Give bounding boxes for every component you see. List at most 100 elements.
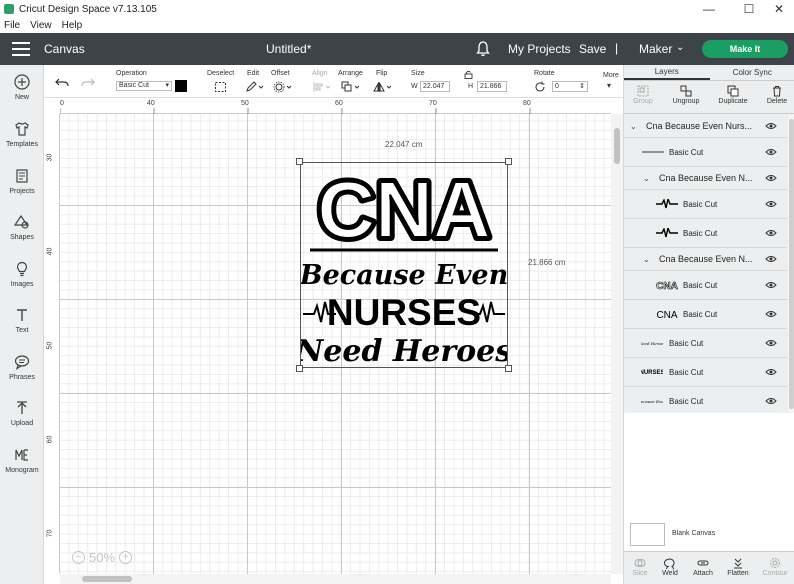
eye-icon[interactable] xyxy=(765,255,777,263)
eye-icon[interactable] xyxy=(765,310,777,318)
menu-help[interactable]: Help xyxy=(62,18,83,33)
layer-row[interactable]: Need Heroes Basic Cut xyxy=(624,329,787,358)
scroll-thumb[interactable] xyxy=(789,119,794,409)
blank-canvas-swatch[interactable] xyxy=(630,523,665,546)
ungroup-button[interactable]: Ungroup xyxy=(666,84,706,105)
color-swatch[interactable] xyxy=(175,80,187,92)
my-projects-button[interactable]: My Projects xyxy=(508,42,571,56)
sidebar-item-phrases[interactable]: Phrases xyxy=(0,353,44,393)
scroll-thumb[interactable] xyxy=(82,576,132,582)
vertical-scrollbar[interactable] xyxy=(611,114,623,574)
eye-icon[interactable] xyxy=(765,339,777,347)
panel-footer: Slice Weld Attach Flatten Contour xyxy=(624,551,794,584)
sidebar-item-new[interactable]: New xyxy=(0,73,44,113)
app-logo-icon xyxy=(4,4,14,14)
tab-color-sync[interactable]: Color Sync xyxy=(710,65,794,80)
resize-handle[interactable] xyxy=(296,158,303,165)
resize-handle[interactable] xyxy=(505,158,512,165)
menu-view[interactable]: View xyxy=(30,18,52,33)
resize-handle[interactable] xyxy=(505,365,512,372)
sidebar-item-upload[interactable]: Upload xyxy=(0,399,44,439)
hamburger-menu-icon[interactable] xyxy=(12,42,30,56)
align-icon[interactable] xyxy=(312,81,332,93)
layers-scrollbar[interactable] xyxy=(788,115,794,413)
arrange-label: Arrange xyxy=(338,70,363,77)
chevron-down-icon[interactable]: ⌄ xyxy=(643,174,650,183)
eye-icon[interactable] xyxy=(765,397,777,405)
minimize-button[interactable]: — xyxy=(692,0,726,18)
layer-row[interactable]: NURSES Basic Cut xyxy=(624,358,787,387)
flip-icon[interactable] xyxy=(373,81,393,93)
eye-icon[interactable] xyxy=(765,229,777,237)
sidebar-item-text[interactable]: Text xyxy=(0,306,44,346)
layer-row[interactable]: Basic Cut xyxy=(624,190,787,219)
chevron-down-icon[interactable]: ⌄ xyxy=(630,122,637,131)
height-input[interactable]: 21.866 xyxy=(477,81,507,92)
undo-icon[interactable] xyxy=(55,76,69,88)
rotate-input[interactable]: 0 ⇕ xyxy=(552,81,588,92)
operation-select[interactable]: Basic Cut ▾ xyxy=(116,81,172,91)
group-button[interactable]: Group xyxy=(623,84,663,105)
arrange-icon[interactable] xyxy=(341,81,361,93)
eye-icon[interactable] xyxy=(765,200,777,208)
sidebar-item-templates[interactable]: Templates xyxy=(0,120,44,160)
contour-button[interactable]: Contour xyxy=(760,556,790,577)
layer-row[interactable]: Basic Cut xyxy=(624,138,787,167)
layer-row[interactable]: Basic Cut xyxy=(624,219,787,248)
delete-button[interactable]: Delete xyxy=(757,84,794,105)
notification-bell-icon[interactable] xyxy=(476,41,490,57)
layer-group-row[interactable]: ⌄ Cna Because Even N... xyxy=(624,167,787,190)
maximize-button[interactable]: ☐ xyxy=(732,0,766,18)
deselect-icon[interactable] xyxy=(214,81,227,93)
flatten-button[interactable]: Flatten xyxy=(723,556,753,577)
height-label: H xyxy=(468,83,474,90)
sidebar-item-monogram[interactable]: Monogram xyxy=(0,446,44,486)
blank-canvas-area: Blank Canvas xyxy=(624,413,794,551)
chevron-down-icon[interactable]: ⌄ xyxy=(643,255,650,264)
rotate-icon xyxy=(535,81,545,92)
chevron-down-icon[interactable]: ⌄ xyxy=(676,42,684,53)
weld-button[interactable]: Weld xyxy=(655,556,685,577)
make-it-button[interactable]: Make It xyxy=(702,40,788,58)
attach-button[interactable]: Attach xyxy=(688,556,718,577)
eye-icon[interactable] xyxy=(765,368,777,376)
more-label: More xyxy=(603,72,619,79)
lock-icon[interactable] xyxy=(464,70,473,79)
zoom-out-icon[interactable]: − xyxy=(72,551,85,564)
edit-pencil-icon[interactable] xyxy=(245,81,265,93)
ruler-tick: 40 xyxy=(147,100,155,107)
width-input[interactable]: 22.047 xyxy=(420,81,450,92)
save-button[interactable]: Save xyxy=(579,42,606,56)
horizontal-scrollbar[interactable] xyxy=(60,574,611,584)
design-canvas[interactable]: 0 40 50 60 70 80 30 40 50 60 70 22.047 c… xyxy=(44,98,623,584)
sidebar-item-shapes[interactable]: Shapes xyxy=(0,213,44,253)
document-title[interactable]: Untitled* xyxy=(266,42,311,56)
ruler-top: 0 40 50 60 70 80 xyxy=(60,98,611,114)
layer-row[interactable]: CNA Basic Cut xyxy=(624,271,787,300)
eye-icon[interactable] xyxy=(765,281,777,289)
eye-icon[interactable] xyxy=(765,122,777,130)
layer-group-row[interactable]: ⌄ Cna Because Even N... xyxy=(624,248,787,271)
selected-design[interactable]: CNA CNA Because Even NURSES Need Heroes xyxy=(296,158,512,372)
menu-file[interactable]: File xyxy=(4,18,20,33)
duplicate-label: Duplicate xyxy=(718,98,748,105)
duplicate-button[interactable]: Duplicate xyxy=(713,84,753,105)
close-button[interactable]: ✕ xyxy=(762,0,794,18)
redo-icon[interactable] xyxy=(81,76,95,88)
scroll-thumb[interactable] xyxy=(614,128,620,164)
machine-select[interactable]: Maker xyxy=(639,42,672,56)
eye-icon[interactable] xyxy=(765,148,777,156)
group-label: Group xyxy=(633,98,653,105)
more-chevron-icon[interactable]: ▾ xyxy=(607,81,611,90)
resize-handle[interactable] xyxy=(296,365,303,372)
layer-group-row[interactable]: ⌄ Cna Because Even Nurs... xyxy=(624,115,787,138)
offset-icon[interactable] xyxy=(273,81,293,93)
layer-row[interactable]: Because Even Basic Cut xyxy=(624,387,787,416)
eye-icon[interactable] xyxy=(765,174,777,182)
slice-button[interactable]: Slice xyxy=(625,556,655,577)
sidebar-item-images[interactable]: Images xyxy=(0,260,44,300)
tab-layers[interactable]: Layers xyxy=(624,65,710,80)
sidebar-item-projects[interactable]: Projects xyxy=(0,167,44,207)
layer-row[interactable]: CNA Basic Cut xyxy=(624,300,787,329)
zoom-in-icon[interactable]: + xyxy=(119,551,133,564)
